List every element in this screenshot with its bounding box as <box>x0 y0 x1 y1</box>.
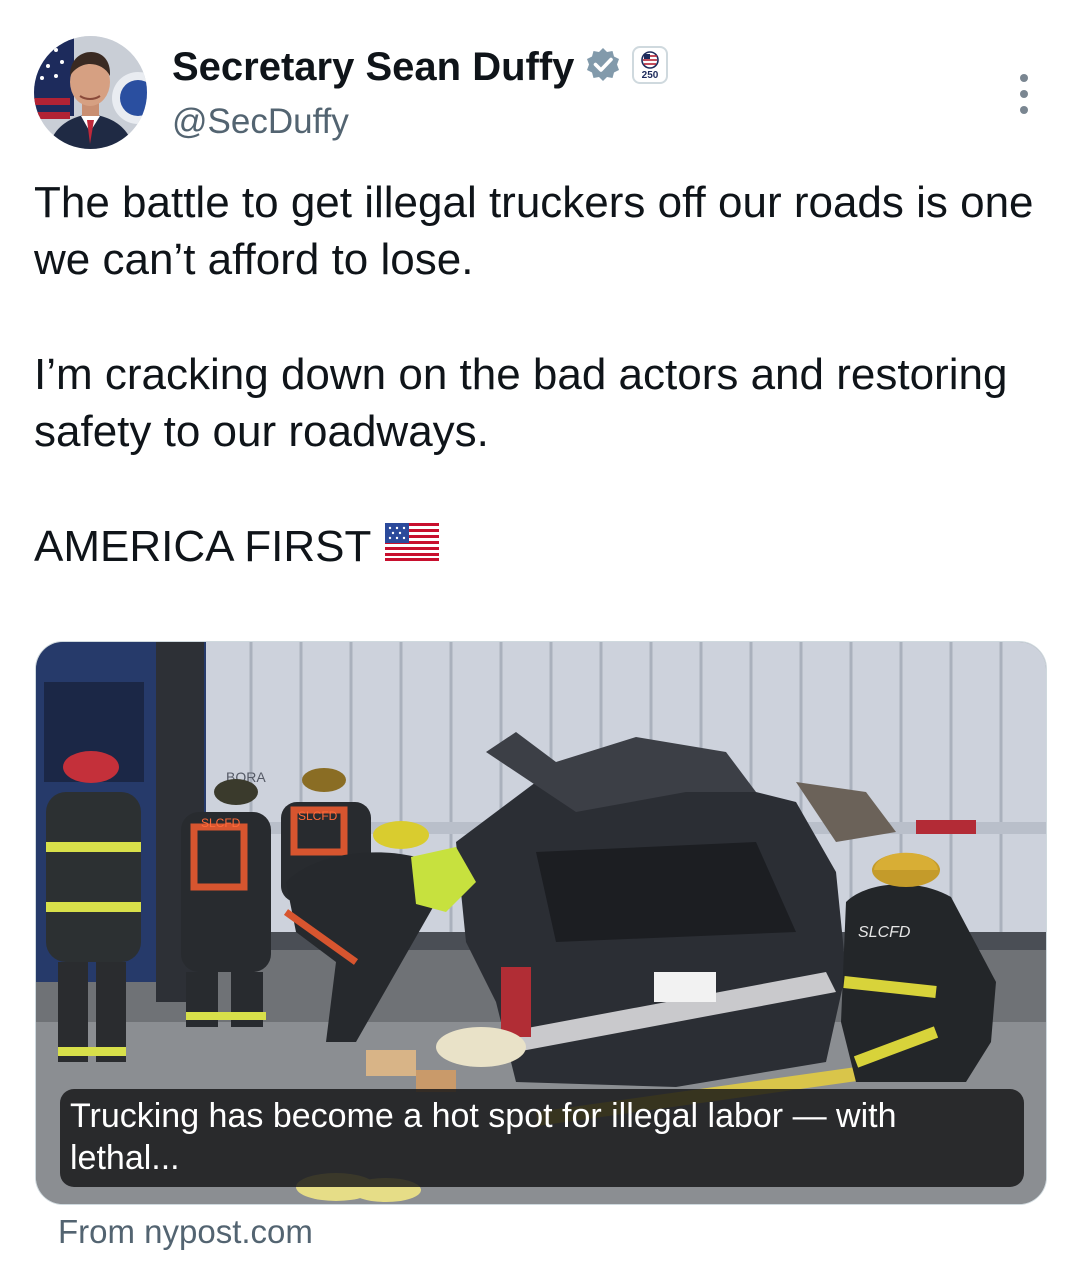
us-flag-icon <box>385 518 440 575</box>
tweet-paragraph-1: The battle to get illegal truckers off o… <box>34 178 1034 284</box>
tweet-paragraph-2: I’m cracking down on the bad actors and … <box>34 350 1008 456</box>
verified-badge-icon <box>584 46 622 89</box>
affiliation-badge-text: 250 <box>642 70 659 81</box>
link-card[interactable]: BORA SLCFD SLCFD SLCFD Trucking has beco… <box>35 641 1047 1205</box>
avatar[interactable] <box>34 36 147 149</box>
affiliation-badge-icon[interactable]: 250 <box>632 45 669 89</box>
tweet-paragraph-3: AMERICA FIRST <box>34 522 372 571</box>
display-name[interactable]: Secretary Sean Duffy <box>172 45 574 90</box>
more-options-icon[interactable] <box>1002 70 1046 118</box>
jacket-back-label: SLCFD <box>858 924 911 941</box>
vest-1-label: SLCFD <box>201 816 241 830</box>
handle[interactable]: @SecDuffy <box>172 102 349 142</box>
card-caption: Trucking has become a hot spot for illeg… <box>60 1089 1024 1187</box>
tweet: Secretary Sean Duffy 250 @SecDuffy The b… <box>0 0 1080 1263</box>
avatar-photo <box>34 36 147 149</box>
author-name-row: Secretary Sean Duffy 250 <box>172 42 669 92</box>
tweet-text: The battle to get illegal truckers off o… <box>34 174 1054 575</box>
tweet-paragraph-3-row: AMERICA FIRST <box>34 518 1054 575</box>
card-source[interactable]: From nypost.com <box>58 1213 313 1251</box>
vest-2-label: SLCFD <box>298 809 338 823</box>
